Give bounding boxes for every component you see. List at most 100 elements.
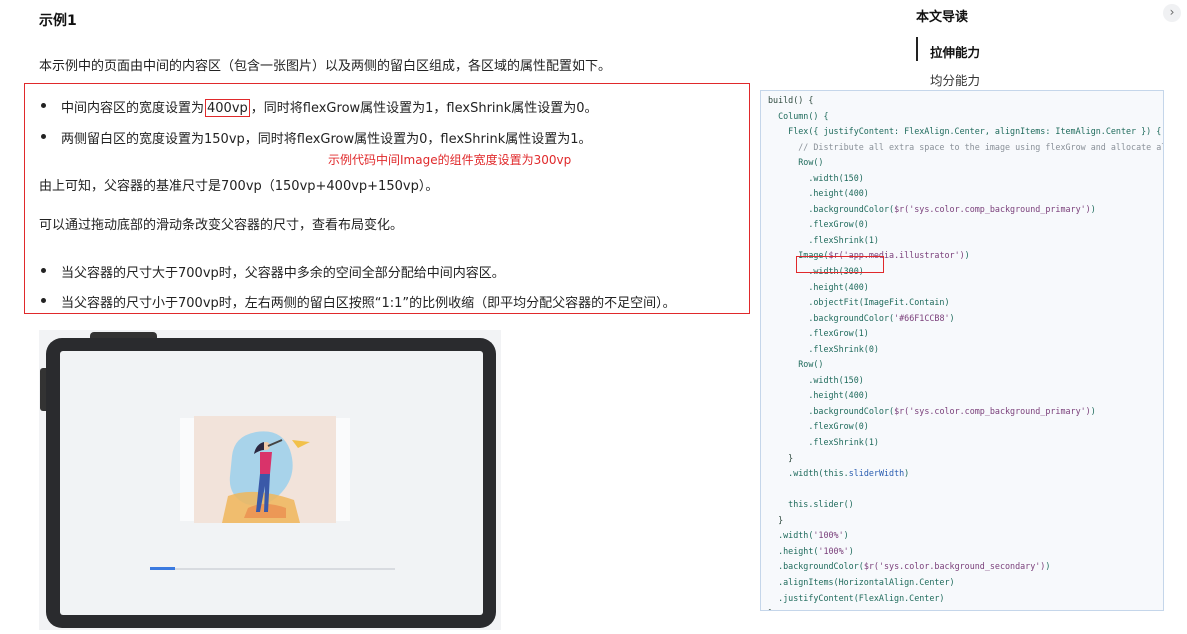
bullet-dot — [41, 103, 46, 108]
code-line: .height(400) — [768, 388, 1163, 404]
right-blank-area — [336, 418, 350, 521]
code-token: build() { — [768, 95, 814, 105]
code-line: .flexGrow(0) — [768, 217, 1163, 233]
code-token: .flexGrow(0) — [768, 421, 869, 432]
code-token: sliderWidth — [848, 468, 905, 479]
code-token: .width(150) — [768, 374, 864, 385]
bullet-larger-container: 当父容器的尺寸大于700vp时，父容器中多余的空间全部分配给中间内容区。 — [61, 266, 505, 281]
code-token: ) — [1090, 405, 1096, 416]
width-value-highlight: 400vp — [205, 99, 250, 117]
code-token: .flexShrink(0) — [768, 343, 879, 354]
code-token: .objectFit(ImageFit.Contain) — [768, 297, 950, 308]
code-token: .height(400) — [768, 390, 869, 401]
code-token: .backgroundColor( — [768, 203, 895, 214]
code-token: Column() { — [768, 110, 829, 121]
section-title: 示例1 — [39, 13, 77, 29]
code-line: } — [768, 606, 1163, 610]
left-blank-area — [180, 418, 194, 521]
code-lines: build() { Column() { Flex({ justifyConte… — [768, 93, 1164, 610]
code-token: Flex({ justifyContent: FlexAlign.Center,… — [768, 126, 1162, 137]
code-token: this.slider() — [768, 499, 854, 510]
code-token: .backgroundColor( — [768, 312, 895, 323]
code-line: // Distribute all extra space to the ima… — [768, 140, 1164, 156]
red-annotation: 示例代码中间Image的组件宽度设置为300vp — [328, 153, 572, 167]
slider-hint-paragraph: 可以通过拖动底部的滑动条改变父容器的尺寸，查看布局变化。 — [39, 218, 404, 233]
code-token: .flexShrink(1) — [768, 437, 879, 448]
code-token: '#66F1CCB8' — [894, 312, 950, 323]
code-line: .backgroundColor($r('sys.color.comp_back… — [768, 404, 1163, 420]
code-token: $r('sys.color.comp_background_primary') — [894, 203, 1091, 214]
code-line: .backgroundColor($r('sys.color.backgroun… — [768, 559, 1163, 575]
width-slider-track[interactable] — [150, 568, 395, 570]
code-line: .height('100%') — [768, 544, 1163, 560]
bullet-content-width-prefix: 中间内容区的宽度设置为 — [61, 101, 205, 116]
bullet-smaller-container: 当父容器的尺寸小于700vp时，左右两侧的留白区按照“1:1”的比例收缩（即平均… — [61, 296, 676, 311]
code-token: Row() — [768, 157, 824, 168]
code-line: .flexShrink(1) — [768, 435, 1163, 451]
code-token: $r('sys.color.background_secondary') — [863, 561, 1046, 572]
code-line: Row() — [768, 155, 1163, 171]
base-size-paragraph: 由上可知，父容器的基准尺寸是700vp（150vp+400vp+150vp）。 — [39, 179, 439, 194]
code-line: .width(150) — [768, 373, 1163, 389]
code-token: Row() — [768, 359, 824, 370]
code-token: .width(150) — [768, 172, 864, 183]
code-line: } — [768, 513, 1163, 529]
code-token: } — [768, 452, 794, 463]
code-token: .height(400) — [768, 188, 869, 199]
code-token: .height( — [768, 545, 819, 556]
code-token: '100%' — [813, 530, 844, 541]
code-line: .backgroundColor($r('sys.color.comp_back… — [768, 202, 1163, 218]
code-line: .flexShrink(0) — [768, 342, 1163, 358]
toc-active-indicator — [916, 37, 918, 61]
code-token: .justifyContent(FlexAlign.Center) — [768, 592, 945, 603]
toc-item-equal-split[interactable]: 均分能力 — [930, 70, 980, 89]
bullet-dot — [41, 268, 46, 273]
code-line: build() { — [768, 93, 1163, 109]
code-token: $r('sys.color.comp_background_primary') — [894, 405, 1091, 416]
code-width-highlight — [796, 256, 884, 273]
bullet-content-width: 中间内容区的宽度设置为 400vp ，同时将flexGrow属性设置为1，flexS… — [61, 97, 598, 117]
code-line: .width('100%') — [768, 528, 1163, 544]
code-token: .width(this. — [768, 468, 849, 479]
code-line: .width(150) — [768, 171, 1163, 187]
code-token: ) — [843, 530, 849, 541]
figure-top — [260, 452, 272, 474]
code-line: Column() { — [768, 109, 1163, 125]
code-line: } — [768, 451, 1163, 467]
chevron-right-icon[interactable]: › — [1163, 4, 1181, 22]
code-line: Flex({ justifyContent: FlexAlign.Center,… — [768, 124, 1163, 140]
code-line: .width(this.sliderWidth) — [768, 466, 1163, 482]
code-token: ) — [964, 250, 970, 261]
code-token: } — [768, 514, 784, 525]
code-line: .objectFit(ImageFit.Contain) — [768, 295, 1163, 311]
code-line: .flexGrow(0) — [768, 419, 1163, 435]
code-token: '100%' — [818, 545, 849, 556]
code-token: ) — [1090, 203, 1096, 214]
code-line: .flexShrink(1) — [768, 233, 1163, 249]
code-line: .alignItems(HorizontalAlign.Center) — [768, 575, 1163, 591]
code-block: build() { Column() { Flex({ justifyConte… — [760, 90, 1164, 611]
code-token: // Distribute all extra space to the ima… — [768, 141, 1164, 152]
code-token: ) — [904, 468, 910, 479]
bullet-side-width: 两侧留白区的宽度设置为150vp，同时将flexGrow属性设置为0，flexS… — [61, 132, 592, 147]
code-token: } — [768, 608, 773, 610]
toc-title: 本文导读 — [916, 10, 969, 25]
code-token: ) — [1045, 561, 1051, 572]
code-token: .flexGrow(0) — [768, 219, 869, 230]
code-token: .backgroundColor( — [768, 405, 895, 416]
code-token: .height(400) — [768, 281, 869, 292]
code-token: .flexShrink(1) — [768, 234, 879, 245]
code-line: .justifyContent(FlexAlign.Center) — [768, 591, 1163, 607]
doc-page: 示例1 本示例中的页面由中间的内容区（包含一张图片）以及两侧的留白区组成，各区域… — [0, 0, 1187, 634]
code-line: .backgroundColor('#66F1CCB8') — [768, 311, 1163, 327]
code-line: .flexGrow(1) — [768, 326, 1163, 342]
code-token: .width( — [768, 530, 814, 541]
bullet-dot — [41, 134, 46, 139]
paper-plane-icon — [292, 440, 310, 448]
toc-item-stretch[interactable]: 拉伸能力 — [930, 42, 980, 61]
width-slider-fill[interactable] — [150, 567, 175, 570]
bullet-content-width-suffix: ，同时将flexGrow属性设置为1，flexShrink属性设置为0。 — [250, 101, 598, 116]
code-token: .backgroundColor( — [768, 561, 864, 572]
code-token: ) — [949, 312, 955, 323]
